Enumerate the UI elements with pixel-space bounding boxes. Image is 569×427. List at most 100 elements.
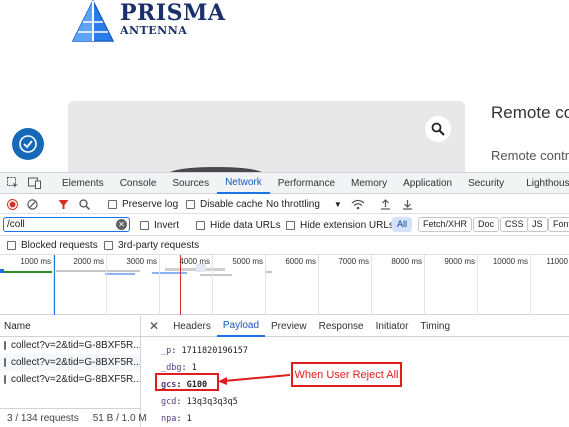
tab-sources[interactable]: Sources [164,173,217,194]
chip-all[interactable]: All [392,217,413,232]
tab-payload[interactable]: Payload [216,316,266,337]
timeline-bar [0,271,52,273]
zoom-button[interactable] [425,116,451,142]
hide-extension-urls-checkbox[interactable]: Hide extension URLs [286,215,394,235]
hide-extension-urls-label: Hide extension URLs [300,219,394,231]
tab-memory[interactable]: Memory [343,173,395,194]
search-icon [79,198,90,210]
chip-fetch-xhr[interactable]: Fetch/XHR [418,217,473,232]
request-list: Name collect?v=2&tid=G-8BXF5R... collect… [0,316,147,427]
request-name: collect?v=2&tid=G-8BXF5R... [11,374,140,385]
timeline-gridline [265,255,266,315]
timeline-tick-label: 2000 ms [73,257,104,266]
product-image-card[interactable] [68,101,465,181]
request-row[interactable]: collect?v=2&tid=G-8BXF5R... [0,337,140,354]
third-party-requests-checkbox[interactable]: 3rd-party requests [104,236,199,255]
disable-cache-label: Disable cache [200,198,263,210]
filter-button[interactable] [58,194,69,214]
chip-font[interactable]: Font [548,217,569,232]
timeline-gridline [106,255,107,315]
tab-elements[interactable]: Elements [54,173,112,194]
chip-doc[interactable]: Doc [473,217,500,232]
checkbox-box [140,220,149,230]
transfer-size: 51 B / 1.0 M [92,413,147,424]
panel-tab-strip: Elements Console Sources Network Perform… [54,173,569,194]
timeline-tick-label: 9000 ms [444,257,475,266]
download-icon [403,199,412,210]
wifi-settings-icon [351,199,365,209]
request-row[interactable]: collect?v=2&tid=G-8BXF5R... [0,354,140,371]
timeline-tick-label: 1000 ms [20,257,51,266]
tab-initiator[interactable]: Initiator [370,316,415,337]
tab-security[interactable]: Security [460,173,512,194]
cookie-consent-button[interactable] [12,128,44,160]
shield-check-icon [19,135,37,153]
name-column-header[interactable]: Name [0,316,140,337]
throttling-select[interactable]: No throttling ▼ [266,194,342,214]
payload-row: npa: 1 [161,414,192,424]
timeline-bar [105,273,135,275]
timeline-tick-label: 10000 ms [492,257,528,266]
network-conditions-button[interactable] [351,194,365,214]
tab-application[interactable]: Application [395,173,460,194]
request-type-icon [4,358,6,367]
device-toggle-icon[interactable] [27,176,41,190]
import-har-button[interactable] [380,194,391,214]
chip-css[interactable]: CSS [500,217,529,232]
disable-cache-checkbox[interactable]: Disable cache [186,194,263,214]
third-party-requests-label: 3rd-party requests [118,240,200,251]
blocked-requests-checkbox[interactable]: Blocked requests [7,236,98,255]
network-timeline-overview[interactable]: 1000 ms 2000 ms 3000 ms 4000 ms 5000 ms 6000 … [0,255,569,315]
invert-label: Invert [154,219,180,231]
network-toolbar: Preserve log Disable cache No throttling… [0,194,569,214]
payload-key: _p [161,346,172,356]
product-subtitle: Remote contr [491,148,569,163]
preserve-log-checkbox[interactable]: Preserve log [108,194,178,214]
timeline-gridline [318,255,319,315]
tab-headers[interactable]: Headers [167,316,217,337]
timeline-gridline [424,255,425,315]
payload-key: npa [161,414,177,424]
timeline-bar [200,274,232,276]
checkbox-box [104,241,113,250]
tab-preview[interactable]: Preview [265,316,313,337]
request-row[interactable]: collect?v=2&tid=G-8BXF5R... [0,371,140,388]
payload-key: gcd [161,397,177,407]
record-button[interactable] [7,194,18,214]
checkbox-box [7,241,16,250]
devtools-panel: Elements Console Sources Network Perform… [0,172,569,427]
checkbox-box [196,220,205,230]
preserve-log-label: Preserve log [122,198,179,210]
clear-log-button[interactable] [27,194,38,214]
magnifier-icon [431,122,445,136]
invert-checkbox[interactable]: Invert [140,215,179,235]
filter-icon [58,199,69,209]
clear-filter-icon[interactable]: ✕ [116,219,127,230]
brand-sub: ANTENNA [120,24,188,37]
search-button[interactable] [79,194,90,214]
chip-js[interactable]: JS [527,217,548,232]
throttling-value: No throttling [266,198,320,210]
timeline-bar [165,268,225,271]
tab-lighthouse[interactable]: Lighthouse [512,173,569,194]
tab-timing[interactable]: Timing [414,316,456,337]
detail-tabbar: ✕ Headers Payload Preview Response Initi… [141,316,569,337]
prism-logo-icon [71,0,115,42]
prisma-logo[interactable]: PRISMA ANTENNA [70,0,225,46]
request-name: collect?v=2&tid=G-8BXF5R... [11,357,140,368]
timeline-bar [56,270,140,272]
tab-network[interactable]: Network [217,173,270,194]
close-icon[interactable]: ✕ [149,319,159,333]
timeline-tick-label: 7000 ms [338,257,369,266]
tab-console[interactable]: Console [112,173,165,194]
payload-key: _dbg [161,363,182,373]
clear-icon [27,198,38,210]
timeline-gridline [530,255,531,315]
inspect-element-icon[interactable] [6,176,20,190]
tab-performance[interactable]: Performance [270,173,343,194]
export-har-button[interactable] [402,194,413,214]
timeline-gridline [53,255,54,315]
tab-response[interactable]: Response [313,316,370,337]
filter-input[interactable]: /coll ✕ [3,217,130,232]
hide-data-urls-checkbox[interactable]: Hide data URLs [196,215,281,235]
